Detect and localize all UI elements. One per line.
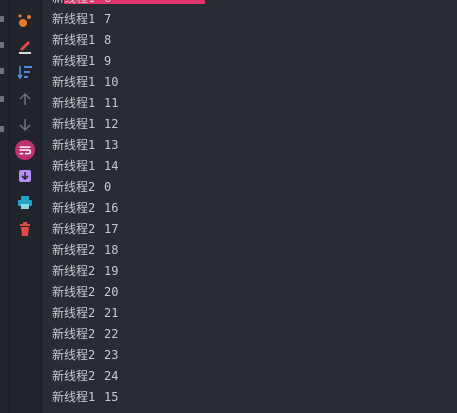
log-value: 7 bbox=[104, 12, 112, 26]
log-thread-name: 新线程2 bbox=[52, 348, 96, 362]
log-line: 新线程1 13 bbox=[42, 135, 457, 156]
console-log: 新线程16新线程17新线程18新线程19新线程110新线程111新线程112新线… bbox=[42, 0, 457, 408]
sort-lines-icon bbox=[17, 66, 32, 80]
log-thread-name: 新线程2 bbox=[52, 222, 96, 236]
sort-lines-button[interactable] bbox=[15, 62, 35, 82]
log-thread-name: 新线程2 bbox=[52, 327, 96, 341]
log-line: 新线程2 22 bbox=[42, 324, 457, 345]
log-line: 新线程2 23 bbox=[42, 345, 457, 366]
log-value: 11 bbox=[104, 96, 119, 110]
log-thread-name: 新线程2 bbox=[52, 264, 96, 278]
gutter-marker bbox=[0, 68, 4, 74]
clear-edit-icon bbox=[19, 41, 31, 54]
scroll-up-button[interactable] bbox=[15, 89, 35, 109]
log-line: 新线程2 16 bbox=[42, 198, 457, 219]
left-gutter bbox=[0, 0, 9, 413]
soft-wrap-button[interactable] bbox=[15, 140, 35, 160]
log-line: 新线程1 7 bbox=[42, 9, 457, 30]
log-value: 10 bbox=[104, 75, 119, 89]
log-value: 13 bbox=[104, 138, 119, 152]
log-line: 新线程2 19 bbox=[42, 261, 457, 282]
log-line: 新线程1 15 bbox=[42, 387, 457, 408]
log-thread-name: 新线程1 bbox=[52, 75, 96, 89]
log-value: 9 bbox=[104, 54, 112, 68]
log-thread-name: 新线程1 bbox=[52, 117, 96, 131]
log-value: 18 bbox=[104, 243, 119, 257]
print-button[interactable] bbox=[15, 192, 35, 212]
arrow-down-icon bbox=[19, 119, 31, 132]
download-button[interactable] bbox=[15, 166, 35, 186]
gutter-marker bbox=[0, 42, 4, 48]
log-thread-name: 新线程1 bbox=[52, 54, 96, 68]
print-icon bbox=[18, 196, 32, 209]
arrow-up-icon bbox=[19, 92, 31, 105]
console-output[interactable]: 新线程16新线程17新线程18新线程19新线程110新线程111新线程112新线… bbox=[42, 0, 457, 413]
log-value: 14 bbox=[104, 159, 119, 173]
log-line: 新线程16 bbox=[42, 0, 457, 9]
log-line: 新线程2 0 bbox=[42, 177, 457, 198]
log-line: 新线程1 14 bbox=[42, 156, 457, 177]
log-value: 22 bbox=[104, 327, 119, 341]
log-value: 16 bbox=[104, 201, 119, 215]
log-value: 6 bbox=[104, 0, 111, 5]
log-thread-name: 新线程2 bbox=[52, 306, 96, 320]
log-value: 20 bbox=[104, 285, 119, 299]
log-thread-name: 新线程2 bbox=[52, 180, 96, 194]
log-line: 新线程2 17 bbox=[42, 219, 457, 240]
log-value: 24 bbox=[104, 369, 119, 383]
log-thread-name: 新线程1 bbox=[52, 96, 96, 110]
log-thread-name: 新线程1 bbox=[52, 390, 96, 404]
sort-mark-icon bbox=[18, 14, 31, 27]
log-line: 新线程2 24 bbox=[42, 366, 457, 387]
log-line: 新线程1 11 bbox=[42, 93, 457, 114]
log-thread-name: 新线程1 bbox=[52, 33, 96, 47]
log-line: 新线程1 8 bbox=[42, 30, 457, 51]
log-value: 23 bbox=[104, 348, 119, 362]
log-thread-name: 新线程2 bbox=[52, 285, 96, 299]
log-line: 新线程1 10 bbox=[42, 72, 457, 93]
log-value: 17 bbox=[104, 222, 119, 236]
log-value: 15 bbox=[104, 390, 119, 404]
log-thread-name: 新线程1 bbox=[52, 0, 104, 9]
log-line: 新线程1 12 bbox=[42, 114, 457, 135]
log-thread-name: 新线程1 bbox=[52, 159, 96, 173]
download-icon bbox=[19, 170, 31, 182]
trash-icon bbox=[20, 222, 30, 236]
mark-button[interactable] bbox=[15, 11, 35, 31]
log-line: 新线程1 9 bbox=[42, 51, 457, 72]
gutter-marker bbox=[0, 96, 4, 102]
log-thread-name: 新线程2 bbox=[52, 369, 96, 383]
log-value: 0 bbox=[104, 180, 112, 194]
log-thread-name: 新线程1 bbox=[52, 12, 96, 26]
soft-wrap-icon bbox=[15, 140, 35, 160]
log-line: 新线程2 21 bbox=[42, 303, 457, 324]
log-thread-name: 新线程1 bbox=[52, 138, 96, 152]
clear-all-button[interactable] bbox=[15, 219, 35, 239]
console-toolbar bbox=[9, 0, 42, 413]
clear-edit-button[interactable] bbox=[15, 36, 35, 56]
gutter-marker bbox=[0, 126, 4, 132]
log-value: 8 bbox=[104, 33, 112, 47]
log-thread-name: 新线程2 bbox=[52, 201, 96, 215]
log-value: 21 bbox=[104, 306, 119, 320]
log-thread-name: 新线程2 bbox=[52, 243, 96, 257]
log-value: 19 bbox=[104, 264, 119, 278]
log-value: 12 bbox=[104, 117, 119, 131]
gutter-marker bbox=[0, 16, 4, 22]
log-line: 新线程2 18 bbox=[42, 240, 457, 261]
log-line: 新线程2 20 bbox=[42, 282, 457, 303]
scroll-down-button[interactable] bbox=[15, 115, 35, 135]
